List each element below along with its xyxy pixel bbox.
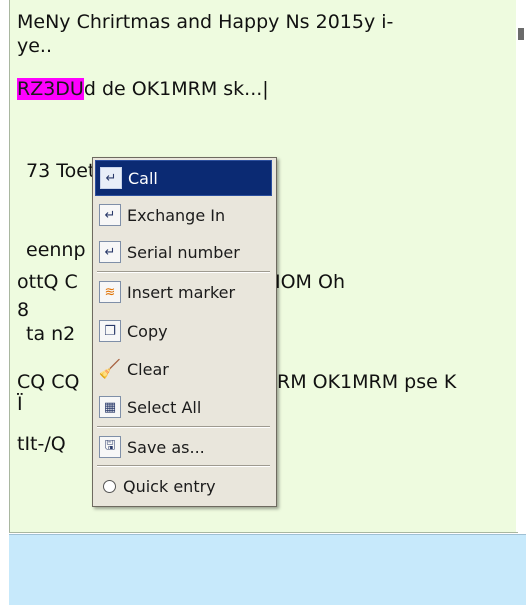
- copy-icon: ❐: [99, 320, 121, 342]
- rx-line-6: ottQ C: [17, 271, 78, 293]
- return-arrow-icon: ↵: [100, 167, 122, 189]
- menu-item-save-as[interactable]: 🖫 Save as...: [95, 429, 272, 465]
- save-icon: 🖫: [99, 436, 121, 458]
- rx-line-6-right: IOM Oh: [275, 271, 345, 293]
- menu-item-call[interactable]: ↵ Call: [95, 160, 272, 196]
- checkbox-icon[interactable]: [103, 479, 116, 493]
- transmit-entry-pane[interactable]: [9, 534, 526, 605]
- rx-line-10: Ï: [17, 393, 23, 415]
- return-arrow-icon: ↵: [99, 241, 121, 263]
- vertical-scrollbar[interactable]: [516, 0, 526, 532]
- menu-item-insert-marker[interactable]: ≋ Insert marker: [95, 274, 272, 310]
- rx-line-8: ta n2: [26, 323, 76, 345]
- menu-separator: [97, 426, 270, 428]
- rx-line-11: tIt-/Q: [17, 433, 66, 455]
- rx-line-1: MeNy Chrirtmas and Happy Ns 2015y i-: [17, 11, 394, 33]
- scrollbar-thumb[interactable]: [518, 28, 524, 40]
- rx-line-9: CQ CQ: [17, 371, 80, 393]
- marker-icon: ≋: [99, 281, 121, 303]
- broom-icon: 🧹: [98, 358, 122, 380]
- callsign-highlight[interactable]: RZ3DU: [17, 78, 84, 100]
- menu-separator: [97, 271, 270, 273]
- menu-item-quick-entry[interactable]: Quick entry: [95, 468, 272, 504]
- menu-item-exchange-in[interactable]: ↵ Exchange In: [95, 197, 272, 233]
- menu-item-copy[interactable]: ❐ Copy: [95, 313, 272, 349]
- rx-line-2: ye..: [17, 35, 53, 57]
- rx-line-7: 8: [17, 299, 30, 321]
- select-all-icon: ▦: [99, 396, 121, 418]
- return-arrow-icon: ↵: [99, 204, 121, 226]
- menu-item-serial-number[interactable]: ↵ Serial number: [95, 234, 272, 270]
- context-menu: ↵ Call ↵ Exchange In ↵ Serial number ≋ I…: [92, 157, 277, 507]
- menu-item-clear[interactable]: 🧹 Clear: [95, 351, 272, 387]
- menu-item-select-all[interactable]: ▦ Select All: [95, 389, 272, 425]
- rx-line-3: RZ3DUd de OK1MRM sk...|: [17, 78, 269, 100]
- rx-line-4: 73 Toet: [26, 160, 96, 182]
- menu-separator: [97, 465, 270, 467]
- rx-line-5: eennp: [26, 239, 86, 261]
- rx-line-9-right: RM OK1MRM pse K: [277, 371, 457, 393]
